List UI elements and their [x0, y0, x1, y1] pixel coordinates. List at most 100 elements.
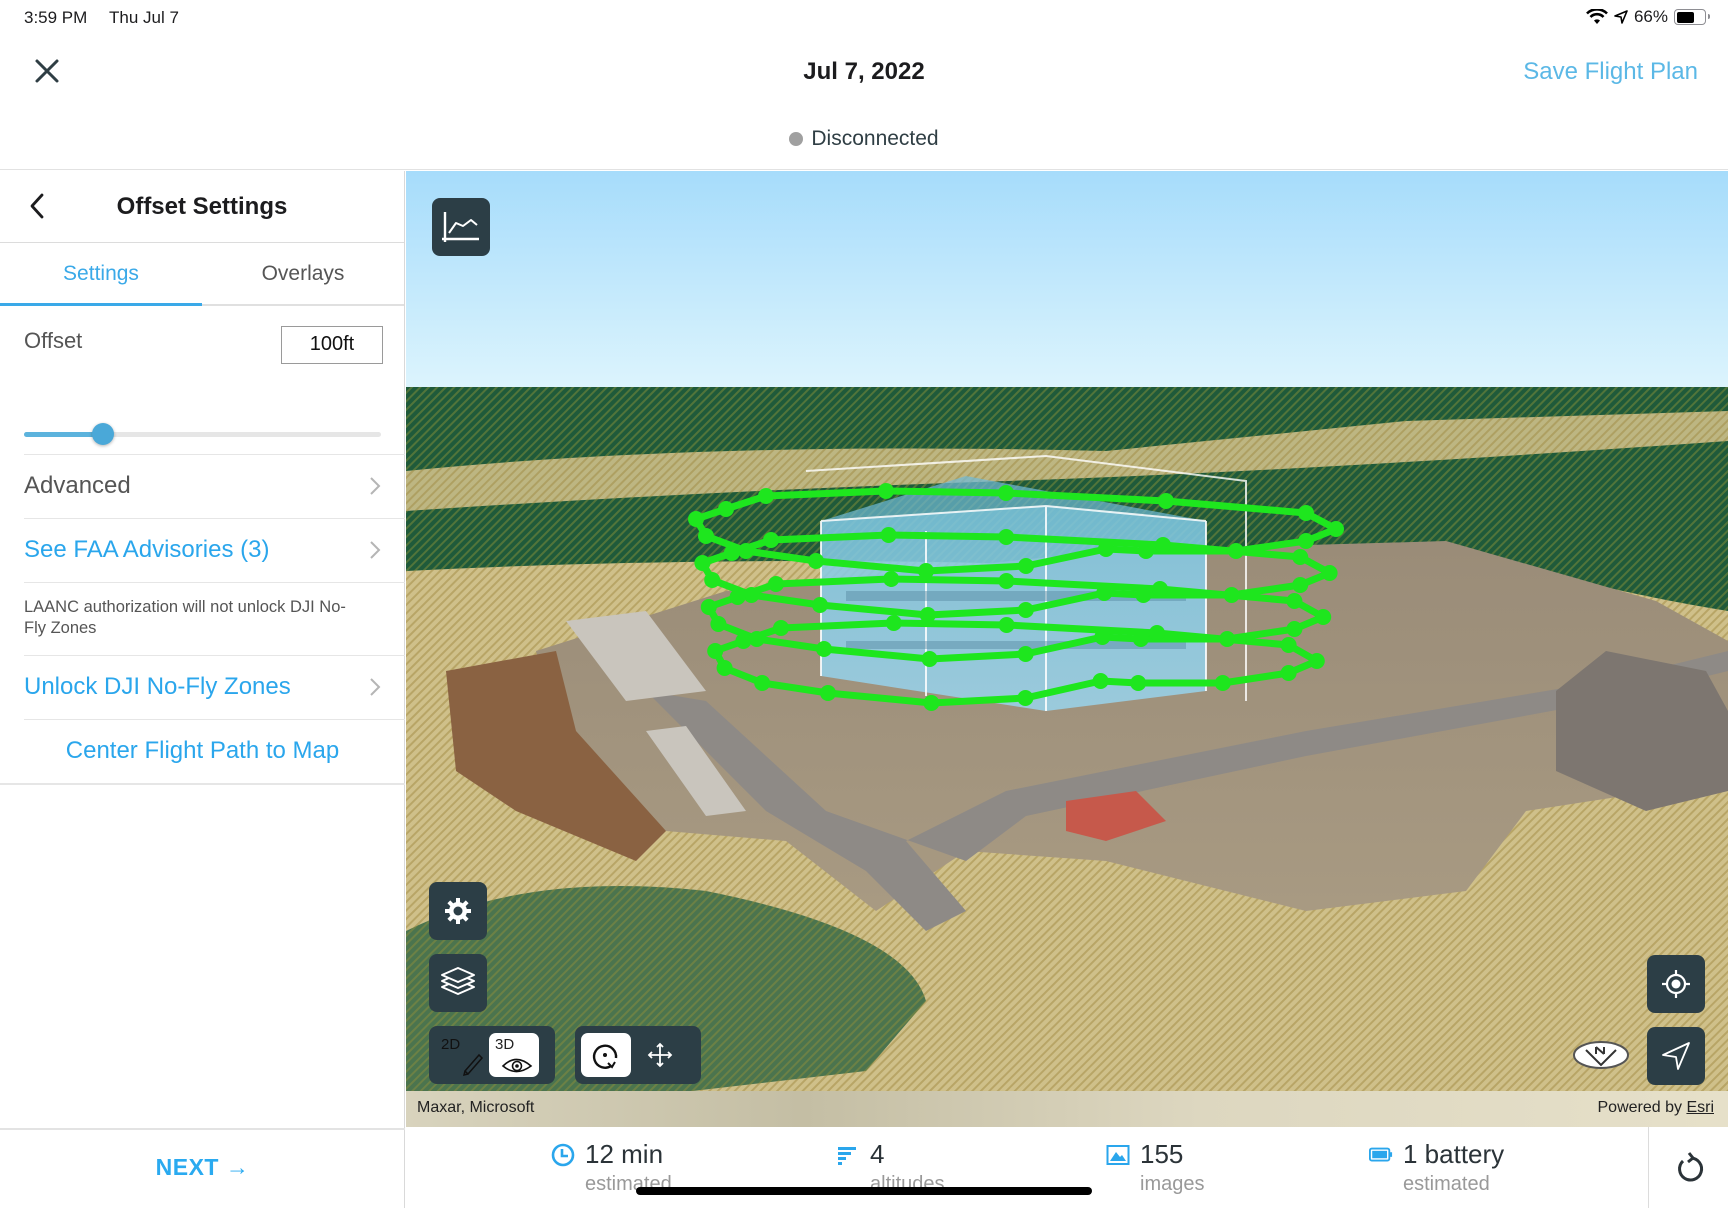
- slider-thumb[interactable]: [91, 423, 114, 445]
- waypoint[interactable]: [1280, 665, 1297, 681]
- waypoint[interactable]: [1018, 558, 1034, 574]
- offset-slider[interactable]: [24, 419, 381, 449]
- offset-label: Offset: [24, 328, 83, 353]
- waypoint[interactable]: [710, 616, 727, 632]
- waypoint[interactable]: [1092, 673, 1109, 689]
- elevation-chart-button[interactable]: [432, 198, 490, 256]
- battery-value: 1 battery: [1403, 1139, 1505, 1169]
- waypoint[interactable]: [1158, 493, 1174, 509]
- map-3d-view[interactable]: 2D 3D Maxar, Microsoft Powered by Esri: [406, 171, 1728, 1127]
- waypoint[interactable]: [1017, 690, 1034, 706]
- waypoint[interactable]: [735, 633, 752, 649]
- waypoint[interactable]: [878, 483, 894, 499]
- waypoint[interactable]: [880, 527, 897, 543]
- center-flight-path-button[interactable]: Center Flight Path to Map: [24, 719, 405, 783]
- navigate-button[interactable]: [1647, 1027, 1705, 1085]
- waypoint[interactable]: [694, 555, 711, 571]
- unlock-no-fly-zones-row[interactable]: Unlock DJI No-Fly Zones: [24, 655, 405, 719]
- faa-advisories-row[interactable]: See FAA Advisories (3): [24, 518, 405, 582]
- faa-advisories-label: See FAA Advisories (3): [24, 536, 270, 563]
- waypoint[interactable]: [1152, 581, 1168, 597]
- laanc-note: LAANC authorization will not unlock DJI …: [24, 582, 405, 655]
- duration-value: 12 min: [585, 1139, 664, 1169]
- waypoint[interactable]: [1328, 521, 1344, 537]
- altitudes-value: 4: [870, 1139, 885, 1169]
- status-bar: 3:59 PM Thu Jul 7 66%: [0, 0, 1728, 36]
- waypoint[interactable]: [707, 643, 724, 659]
- rotate-mode[interactable]: [581, 1033, 631, 1077]
- waypoint[interactable]: [885, 615, 902, 631]
- status-date: Thu Jul 7: [109, 8, 179, 27]
- move-icon: [647, 1042, 673, 1068]
- battery-label: estimated: [1403, 1173, 1490, 1195]
- waypoint[interactable]: [808, 553, 824, 569]
- tab-settings[interactable]: Settings: [0, 243, 202, 306]
- waypoint[interactable]: [754, 675, 771, 691]
- waypoint[interactable]: [768, 576, 784, 592]
- gear-icon: [445, 898, 471, 924]
- save-flight-plan-button[interactable]: Save Flight Plan: [1523, 58, 1698, 86]
- reset-button[interactable]: [1648, 1127, 1728, 1208]
- waypoint[interactable]: [704, 572, 721, 588]
- waypoint[interactable]: [998, 485, 1014, 501]
- sky: [406, 171, 1728, 387]
- locate-button[interactable]: [1647, 955, 1705, 1013]
- waypoint[interactable]: [1292, 577, 1309, 593]
- waypoint[interactable]: [1292, 549, 1309, 565]
- waypoint[interactable]: [763, 532, 779, 548]
- waypoint[interactable]: [1149, 625, 1165, 641]
- waypoint[interactable]: [1298, 533, 1314, 549]
- waypoint[interactable]: [718, 501, 734, 517]
- center-flight-path-label: Center Flight Path to Map: [65, 737, 340, 764]
- waypoint[interactable]: [1315, 609, 1332, 625]
- waypoint[interactable]: [698, 528, 714, 544]
- view-mode-3d[interactable]: 3D: [489, 1033, 539, 1077]
- waypoint[interactable]: [729, 589, 746, 605]
- waypoint[interactable]: [812, 597, 828, 613]
- waypoint[interactable]: [1130, 675, 1147, 691]
- waypoint[interactable]: [998, 617, 1015, 633]
- settings-button[interactable]: [429, 882, 487, 940]
- map-scene[interactable]: [406, 171, 1728, 1127]
- waypoint[interactable]: [1308, 653, 1325, 669]
- advanced-row[interactable]: Advanced: [24, 454, 405, 518]
- battery-icon: [1369, 1147, 1393, 1162]
- waypoint[interactable]: [883, 571, 900, 587]
- offset-input[interactable]: 100ft: [281, 326, 383, 364]
- waypoint[interactable]: [998, 529, 1015, 545]
- wifi-icon: [1586, 9, 1608, 24]
- waypoint[interactable]: [923, 695, 940, 711]
- waypoint[interactable]: [700, 599, 717, 615]
- layers-button[interactable]: [429, 954, 487, 1012]
- location-arrow-icon: [1614, 10, 1628, 24]
- powered-by-label: Powered by: [1597, 1099, 1687, 1116]
- waypoint[interactable]: [1321, 565, 1338, 581]
- waypoint[interactable]: [758, 488, 774, 504]
- waypoint[interactable]: [688, 511, 704, 527]
- view-mode-2d[interactable]: 2D: [435, 1033, 485, 1077]
- waypoint[interactable]: [998, 573, 1015, 589]
- waypoint[interactable]: [1286, 593, 1303, 609]
- next-button[interactable]: NEXT →: [0, 1154, 405, 1181]
- waypoint[interactable]: [1214, 675, 1231, 691]
- pan-mode[interactable]: [635, 1033, 685, 1077]
- waypoint[interactable]: [1298, 505, 1314, 521]
- undo-icon: [1677, 1151, 1703, 1181]
- waypoint[interactable]: [716, 660, 733, 676]
- waypoint[interactable]: [816, 641, 832, 657]
- waypoint[interactable]: [1017, 646, 1034, 662]
- waypoint[interactable]: [723, 545, 740, 561]
- compass-icon[interactable]: [1572, 1039, 1630, 1071]
- waypoint[interactable]: [1155, 537, 1171, 553]
- esri-link[interactable]: Esri: [1686, 1099, 1714, 1116]
- waypoint[interactable]: [921, 651, 938, 667]
- waypoint[interactable]: [1286, 621, 1303, 637]
- waypoint[interactable]: [1280, 637, 1297, 653]
- chevron-right-icon: [370, 477, 381, 495]
- waypoint[interactable]: [820, 685, 836, 701]
- waypoint[interactable]: [1017, 602, 1034, 618]
- waypoint[interactable]: [773, 620, 789, 636]
- interaction-mode-toggle: [575, 1026, 701, 1084]
- tab-overlays[interactable]: Overlays: [202, 243, 404, 304]
- status-time: 3:59 PM: [24, 8, 88, 27]
